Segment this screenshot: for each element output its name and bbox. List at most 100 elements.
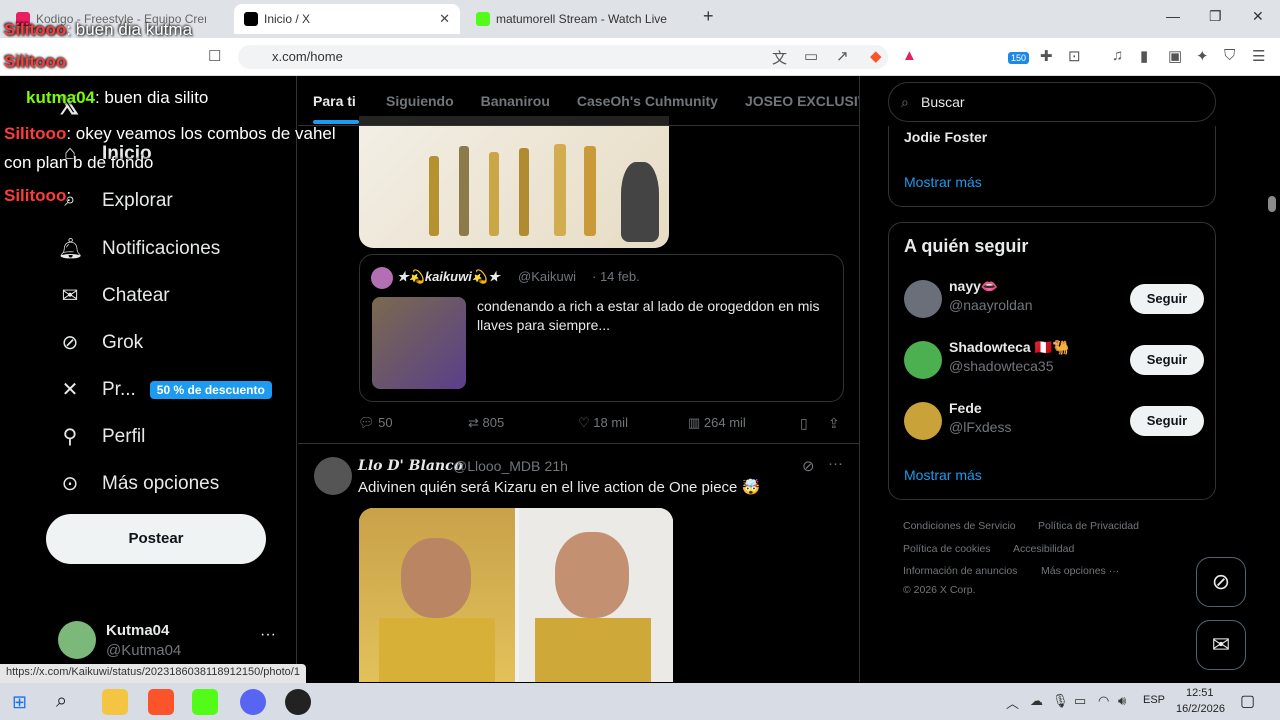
timeline: Para ti Siguiendo Bananirou CaseOh's Cuh…	[298, 76, 860, 682]
restore-button[interactable]: ❐	[1209, 8, 1222, 25]
post-image-keys[interactable]	[359, 116, 669, 248]
account-handle: @Kutma04	[106, 642, 182, 659]
tab-kick[interactable]: matumorell Stream - Watch Live	[466, 4, 692, 34]
volume-icon[interactable]: 🔊︎	[1118, 693, 1126, 709]
nav-grok[interactable]: ⊘ Grok	[58, 330, 144, 355]
extensions-icon[interactable]: ✚	[1040, 47, 1053, 65]
post2-avatar[interactable]	[314, 457, 352, 495]
bookmark-post-icon[interactable]: ▯	[800, 415, 808, 432]
nav-explore[interactable]: ⌕ Explorar	[58, 189, 172, 212]
like-count: 18 mil	[593, 415, 628, 430]
tab-x-home[interactable]: Inicio / X ✕	[234, 4, 460, 34]
extension-badge[interactable]: 150	[1008, 52, 1030, 64]
clock-date[interactable]: 16/2/2026	[1176, 703, 1225, 715]
translate-icon[interactable]: 文	[772, 47, 787, 68]
follow-name: Fede	[949, 400, 982, 416]
sidebar-icon[interactable]: ▮	[1140, 47, 1148, 65]
grok-icon: ⊘	[61, 332, 79, 354]
notifications-icon[interactable]: ▢	[1240, 691, 1255, 711]
trend-item[interactable]: Jodie Foster	[904, 129, 987, 145]
tab-bananirou[interactable]: Bananirou	[466, 76, 562, 125]
tab-caseoh[interactable]: CaseOh's Cuhmunity	[562, 76, 730, 125]
start-icon[interactable]: ⊞	[12, 692, 27, 713]
post2-image[interactable]	[359, 508, 673, 682]
menu-icon[interactable]: ☰	[1252, 47, 1265, 65]
repost-button[interactable]: ⇄ 805	[468, 415, 504, 431]
vpn-icon[interactable]: ⛉	[1224, 47, 1235, 64]
trends-panel: Jodie Foster Mostrar más	[888, 126, 1216, 207]
footer-link-accessibility[interactable]: Accesibilidad	[1013, 543, 1074, 555]
quote-thumbnail[interactable]	[372, 297, 466, 389]
url-field[interactable]: x.com/home	[238, 45, 888, 69]
show-more-trends-link[interactable]: Mostrar más	[904, 174, 982, 190]
post2-time[interactable]: · 21h	[536, 458, 568, 474]
follow-button[interactable]: Seguir	[1130, 284, 1204, 314]
footer-link-terms[interactable]: Condiciones de Servicio	[903, 520, 1016, 532]
nav-profile[interactable]: ⚲ Perfil	[58, 424, 146, 449]
cast-icon[interactable]: ▭	[804, 47, 818, 65]
language-indicator[interactable]: ESP	[1143, 694, 1165, 706]
nav-more[interactable]: ⊙ Más opciones	[58, 471, 220, 496]
account-avatar[interactable]	[58, 621, 96, 659]
tab-joseo[interactable]: JOSEO EXCLUSIV	[730, 76, 859, 125]
share-icon[interactable]: ↗	[836, 47, 849, 65]
bell-icon: 🔔︎	[58, 238, 84, 260]
share-post-icon[interactable]: ⇪	[828, 415, 840, 432]
grok-fab-button[interactable]: ⊘	[1196, 557, 1246, 607]
nav-chat[interactable]: ✉ Chatear	[58, 283, 170, 308]
footer-link-privacy[interactable]: Política de Privacidad	[1038, 520, 1139, 532]
obs-icon[interactable]	[285, 689, 311, 715]
post2-author-name[interactable]: Llo D' Blanco	[358, 458, 463, 474]
minimize-button[interactable]: —	[1166, 8, 1180, 24]
messages-fab-button[interactable]: ✉	[1196, 620, 1246, 670]
follow-button[interactable]: Seguir	[1130, 406, 1204, 436]
screenshot-icon[interactable]: ⊡	[1068, 47, 1081, 65]
close-tab-icon[interactable]: ✕	[439, 11, 450, 27]
nav-label: Perfil	[102, 425, 146, 447]
bookmark-icon[interactable]: ☐	[208, 47, 221, 65]
mic-icon[interactable]: 🎙︎	[1052, 693, 1069, 709]
wifi-icon[interactable]: ◠	[1098, 693, 1109, 709]
like-button[interactable]: ♡ 18 mil	[578, 415, 628, 431]
kick-app-icon[interactable]	[192, 689, 218, 715]
nav-label: Pr...	[102, 378, 136, 400]
brave-browser-icon[interactable]	[148, 689, 174, 715]
nav-premium[interactable]: ✕ Pr... 50 % de descuento	[58, 377, 272, 402]
grok-explain-icon[interactable]: ⊘	[802, 457, 815, 475]
taskbar-search-icon[interactable]: ⌕	[56, 690, 67, 713]
post-button[interactable]: Postear	[46, 514, 266, 564]
tab-para-ti[interactable]: Para ti	[298, 76, 371, 125]
search-input[interactable]: ⌕ Buscar	[888, 82, 1216, 122]
post-more-icon[interactable]: ···	[828, 455, 843, 472]
follow-suggestion[interactable]: nayy👄 @naayroldan Seguir	[904, 276, 1204, 320]
brave-shield-icon[interactable]: ◆	[870, 47, 882, 65]
follow-button[interactable]: Seguir	[1130, 345, 1204, 375]
wallet-icon[interactable]: ▣	[1168, 47, 1182, 65]
clock-time[interactable]: 12:51	[1186, 687, 1214, 699]
tray-chevron-icon[interactable]: ︿	[1006, 693, 1019, 712]
quoted-post[interactable]: ★💫kaikuwi💫★ @Kaikuwi · 14 feb. condenand…	[359, 254, 844, 402]
nav-notifications[interactable]: 🔔︎ Notificaciones	[58, 236, 220, 261]
show-more-follows-link[interactable]: Mostrar más	[904, 467, 982, 483]
tab-siguiendo[interactable]: Siguiendo	[371, 76, 466, 125]
cloud-icon[interactable]: ☁	[1030, 693, 1043, 709]
leo-ai-icon[interactable]: ✦	[1196, 47, 1209, 65]
close-window-button[interactable]: ✕	[1252, 8, 1264, 25]
music-icon[interactable]: ♫	[1112, 47, 1123, 64]
scrollbar-thumb[interactable]	[1268, 196, 1276, 212]
brave-rewards-icon[interactable]: ▲	[902, 47, 917, 64]
reply-button[interactable]: 💬︎ 50	[358, 415, 393, 431]
nav-label: Chatear	[102, 284, 170, 306]
battery-icon[interactable]: ▭	[1074, 693, 1086, 709]
account-more-icon[interactable]: ···	[260, 626, 276, 644]
footer-link-ads[interactable]: Información de anuncios	[903, 565, 1017, 577]
footer-link-more[interactable]: Más opciones ···	[1041, 565, 1119, 577]
follow-handle: @naayroldan	[949, 297, 1033, 313]
views-button[interactable]: ▥ 264 mil	[688, 415, 746, 431]
discord-icon[interactable]	[240, 689, 266, 715]
file-explorer-icon[interactable]	[102, 689, 128, 715]
new-tab-button[interactable]: +	[703, 6, 714, 27]
footer-link-cookies[interactable]: Política de cookies	[903, 543, 991, 555]
follow-suggestion[interactable]: Shadowteca 🇵🇪🐫 @shadowteca35 Seguir	[904, 337, 1204, 381]
follow-suggestion[interactable]: Fede @lFxdess Seguir	[904, 398, 1204, 442]
